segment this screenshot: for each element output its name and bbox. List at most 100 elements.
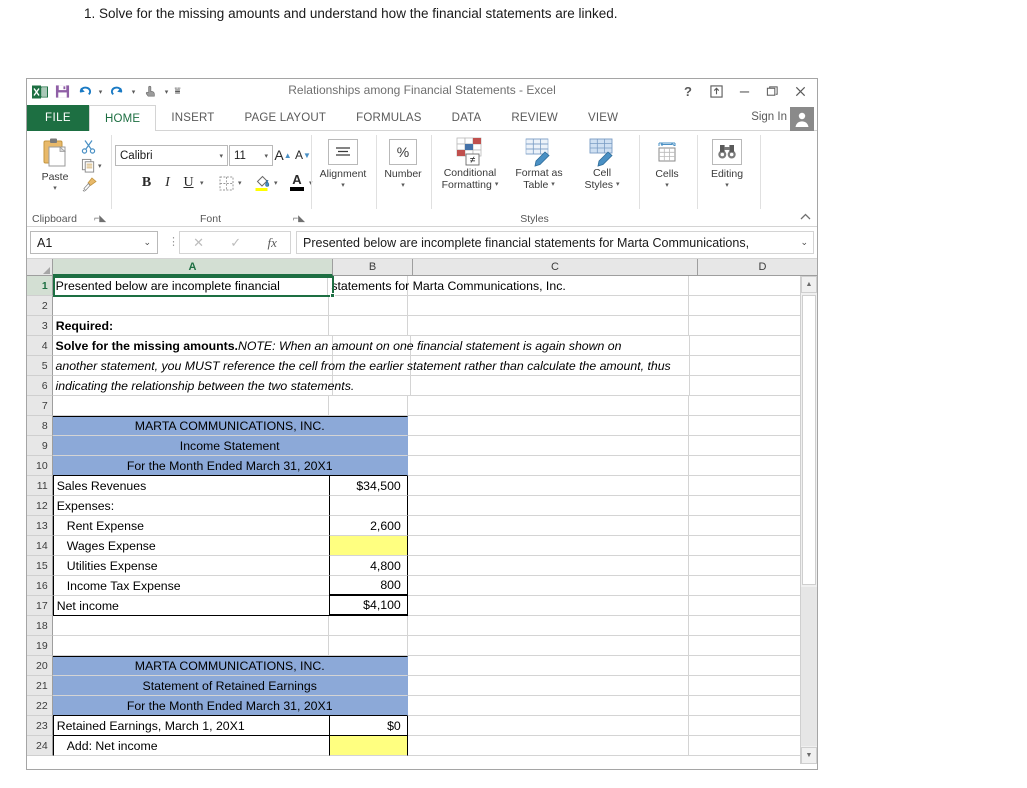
cell-a19[interactable] [52, 636, 329, 656]
alignment-dropdown-caret-icon[interactable]: ▾ [341, 180, 345, 192]
cell-c18[interactable] [407, 616, 689, 636]
cell-a5[interactable]: another statement, you MUST reference th… [52, 356, 671, 376]
sign-in-link[interactable]: Sign In [751, 111, 787, 123]
select-all-corner[interactable] [27, 259, 53, 276]
cell-c24[interactable] [407, 736, 689, 756]
cell-c14[interactable] [407, 536, 689, 556]
cells-button[interactable]: Cells ▾ [644, 139, 690, 192]
cell-d10[interactable] [688, 456, 817, 476]
name-box-caret-icon[interactable]: ⌄ [143, 237, 151, 248]
row-header-21[interactable]: 21 [27, 676, 53, 696]
cell-a15[interactable]: Utilities Expense [52, 556, 329, 576]
grow-font-button[interactable]: A ▲ [274, 144, 292, 166]
close-button[interactable] [787, 81, 813, 102]
cell-a1[interactable]: Presented below are incomplete financial [52, 276, 329, 296]
scissors-icon[interactable] [79, 138, 99, 156]
cell-b23[interactable]: $0 [328, 716, 408, 736]
ribbon-display-options-button[interactable] [703, 81, 729, 102]
cell-c21[interactable] [407, 676, 689, 696]
cell-c23[interactable] [407, 716, 689, 736]
column-header-a[interactable]: A [53, 259, 333, 276]
font-name-caret-icon[interactable]: ▾ [219, 152, 223, 160]
expand-formula-bar-icon[interactable]: ⌄ [800, 237, 808, 248]
cell-c15[interactable] [407, 556, 689, 576]
cells-dropdown-caret-icon[interactable]: ▾ [665, 180, 669, 192]
cell-a10-merged[interactable]: For the Month Ended March 31, 20X1 [52, 456, 408, 476]
cell-a14[interactable]: Wages Expense [52, 536, 329, 556]
shrink-font-button[interactable]: A ▼ [294, 144, 312, 166]
fill-color-icon[interactable] [252, 171, 272, 193]
cell-d5[interactable] [689, 356, 817, 376]
copy-icon[interactable] [79, 157, 97, 174]
cell-d12[interactable] [688, 496, 817, 516]
cell-a9-merged[interactable]: Income Statement [52, 436, 408, 456]
row-header-17[interactable]: 17 [27, 596, 53, 616]
cell-c7[interactable] [407, 396, 689, 416]
cell-d22[interactable] [688, 696, 817, 716]
cell-a12[interactable]: Expenses: [52, 496, 329, 516]
row-header-13[interactable]: 13 [27, 516, 53, 536]
clipboard-dialog-launcher[interactable]: ⌐◣ [94, 213, 106, 224]
tab-review[interactable]: REVIEW [496, 105, 573, 131]
editing-button[interactable]: Editing ▾ [702, 139, 752, 192]
cell-d20[interactable] [688, 656, 817, 676]
cell-a11[interactable]: Sales Revenues [52, 476, 329, 496]
cell-d16[interactable] [688, 576, 817, 596]
row-header-5[interactable]: 5 [27, 356, 53, 376]
cell-b1[interactable]: statements for Marta Communications, Inc… [328, 276, 566, 296]
row-header-6[interactable]: 6 [27, 376, 53, 396]
format-as-table-button[interactable]: Format as Table ▾ [508, 137, 570, 191]
cell-a3[interactable]: Required: [52, 316, 329, 336]
copy-dropdown-caret-icon[interactable]: ▾ [98, 162, 102, 170]
cell-a21-merged[interactable]: Statement of Retained Earnings [52, 676, 408, 696]
cell-b18[interactable] [328, 616, 408, 636]
cell-b16[interactable]: 800 [328, 576, 408, 596]
cell-c13[interactable] [407, 516, 689, 536]
cell-a7[interactable] [52, 396, 329, 416]
cell-c6[interactable] [410, 376, 690, 396]
font-name-input[interactable]: Calibri ▾ [115, 145, 228, 166]
row-header-18[interactable]: 18 [27, 616, 53, 636]
conditional-formatting-button[interactable]: ≠ Conditional Formatting ▾ [434, 137, 506, 191]
number-button[interactable]: % Number ▾ [381, 139, 425, 192]
cell-b2[interactable] [328, 296, 408, 316]
row-header-8[interactable]: 8 [27, 416, 53, 436]
tab-page-layout[interactable]: PAGE LAYOUT [229, 105, 341, 131]
cell-b7[interactable] [328, 396, 408, 416]
alignment-button[interactable]: Alignment ▾ [318, 139, 368, 192]
cell-b3[interactable] [328, 316, 408, 336]
name-box[interactable]: A1 ⌄ [30, 231, 158, 254]
row-header-24[interactable]: 24 [27, 736, 53, 756]
row-header-1[interactable]: 1 [27, 276, 53, 296]
italic-button[interactable]: I [158, 173, 177, 193]
cell-b11[interactable]: $34,500 [328, 476, 408, 496]
cell-a13[interactable]: Rent Expense [52, 516, 329, 536]
bold-button[interactable]: B [137, 173, 156, 193]
editing-dropdown-caret-icon[interactable]: ▾ [725, 180, 729, 192]
cell-b24-input[interactable] [328, 736, 408, 756]
borders-dropdown-caret-icon[interactable]: ▾ [238, 179, 242, 187]
cell-c20[interactable] [407, 656, 689, 676]
cell-d17[interactable] [688, 596, 817, 616]
row-header-3[interactable]: 3 [27, 316, 53, 336]
number-dropdown-caret-icon[interactable]: ▾ [401, 180, 405, 192]
scroll-track-lower[interactable] [801, 587, 817, 746]
vertical-scroll-thumb[interactable] [802, 295, 816, 585]
format-painter-icon[interactable] [79, 175, 99, 193]
avatar[interactable] [790, 107, 814, 131]
cell-a4[interactable]: Solve for the missing amounts. NOTE: Whe… [52, 336, 621, 356]
cell-b14-input[interactable] [328, 536, 408, 556]
fill-color-dropdown-caret-icon[interactable]: ▾ [274, 179, 278, 187]
cell-a16[interactable]: Income Tax Expense [52, 576, 329, 596]
cell-styles-caret-icon[interactable]: ▾ [616, 179, 620, 191]
row-header-7[interactable]: 7 [27, 396, 53, 416]
cell-d4[interactable] [689, 336, 817, 356]
cell-d18[interactable] [688, 616, 817, 636]
cell-d23[interactable] [688, 716, 817, 736]
collapse-ribbon-button[interactable] [800, 213, 811, 224]
row-header-16[interactable]: 16 [27, 576, 53, 596]
underline-button[interactable]: U [179, 173, 198, 193]
cell-b13[interactable]: 2,600 [328, 516, 408, 536]
cell-d15[interactable] [688, 556, 817, 576]
conditional-formatting-caret-icon[interactable]: ▾ [495, 179, 499, 191]
